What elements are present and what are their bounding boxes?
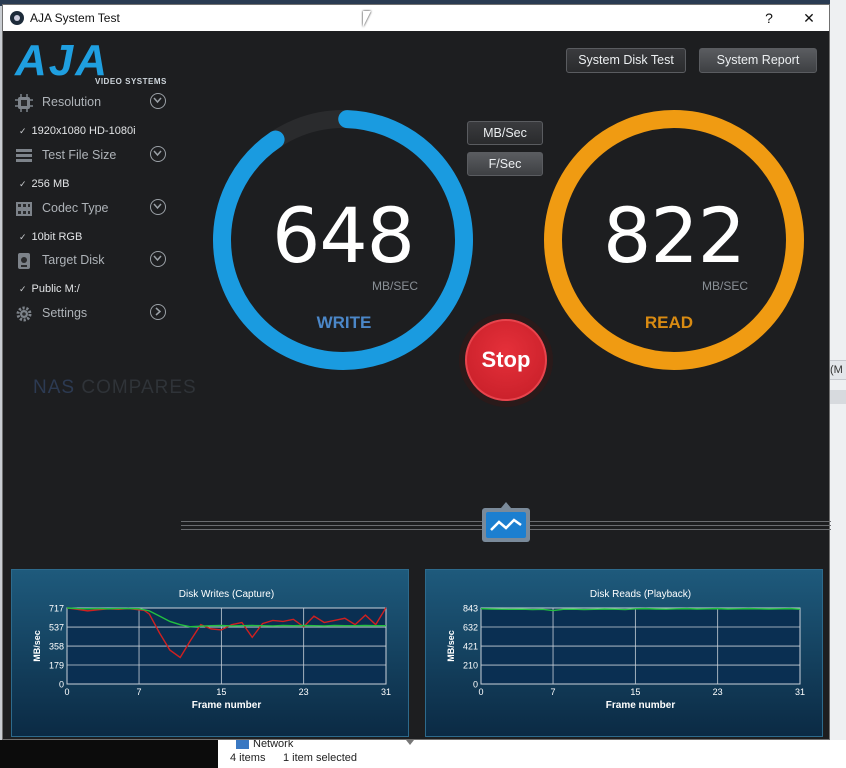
y-tick-label: 717 xyxy=(49,604,64,614)
graph-toggle-button[interactable] xyxy=(482,502,530,542)
mouse-cursor-icon xyxy=(363,11,371,27)
y-tick-label: 632 xyxy=(463,623,478,633)
y-tick-label: 843 xyxy=(463,604,478,614)
stop-button[interactable]: Stop xyxy=(465,319,547,401)
y-tick-label: 0 xyxy=(473,680,478,690)
x-axis-label: Frame number xyxy=(606,700,676,711)
y-axis-label: MB/sec xyxy=(446,630,456,662)
y-axis-label: MB/sec xyxy=(32,630,42,662)
chart-title: Disk Writes (Capture) xyxy=(179,589,274,600)
x-tick-label: 23 xyxy=(299,687,309,697)
aja-window: AJA System Test ? ✕ AJA VIDEO SYSTEMS Re… xyxy=(2,4,831,740)
app-icon xyxy=(10,11,24,25)
x-tick-label: 23 xyxy=(713,687,723,697)
close-button[interactable]: ✕ xyxy=(789,5,829,31)
x-axis-label: Frame number xyxy=(192,700,262,711)
help-button[interactable]: ? xyxy=(749,5,789,31)
x-tick-label: 15 xyxy=(216,687,226,697)
disk-writes-chart-panel: Disk Writes (Capture) 0 179 358 537 717 0 7 15 23… xyxy=(11,569,409,737)
write-speed-value: 648 xyxy=(271,191,415,280)
line-chart-icon xyxy=(490,518,522,531)
explorer-dark-pane xyxy=(0,740,218,768)
app-client: AJA VIDEO SYSTEMS Resolution ✓ 1920x1080 … xyxy=(3,31,831,739)
disk-reads-chart-panel: Disk Reads (Playback) 0 210 421 632 843 0 7 15 23… xyxy=(425,569,823,737)
network-icon xyxy=(236,739,249,749)
y-tick-label: 0 xyxy=(59,680,64,690)
x-tick-label: 31 xyxy=(795,687,805,697)
read-label: READ xyxy=(644,313,694,332)
background-window-edge: (M xyxy=(830,0,846,768)
y-tick-label: 358 xyxy=(49,642,64,652)
write-speed-unit: MB/SEC xyxy=(372,279,419,293)
y-tick-label: 210 xyxy=(463,661,478,671)
x-tick-label: 7 xyxy=(137,687,142,697)
chart-title: Disk Reads (Playback) xyxy=(590,589,691,600)
x-tick-label: 0 xyxy=(478,687,483,697)
x-tick-label: 7 xyxy=(551,687,556,697)
y-tick-label: 421 xyxy=(463,642,478,652)
read-speed-value: 822 xyxy=(602,191,746,280)
explorer-selection-count: 1 item selected xyxy=(283,752,357,764)
x-tick-label: 31 xyxy=(381,687,391,697)
disk-writes-chart: Disk Writes (Capture) 0 179 358 537 717 0 7 15 23… xyxy=(32,589,391,711)
title-bar[interactable]: AJA System Test ? ✕ xyxy=(3,5,829,31)
read-speed-unit: MB/SEC xyxy=(702,279,749,293)
y-tick-label: 179 xyxy=(49,661,64,671)
x-tick-label: 15 xyxy=(630,687,640,697)
disk-reads-chart: Disk Reads (Playback) 0 210 421 632 843 0 7 15 23… xyxy=(446,589,805,711)
explorer-item-count: 4 items xyxy=(230,752,266,764)
write-label: WRITE xyxy=(316,313,372,332)
y-tick-label: 537 xyxy=(49,623,64,633)
window-title: AJA System Test xyxy=(30,11,120,25)
x-tick-label: 0 xyxy=(64,687,69,697)
scroll-down-arrow-icon[interactable] xyxy=(406,740,414,745)
stop-button-ring: Stop xyxy=(459,313,553,407)
